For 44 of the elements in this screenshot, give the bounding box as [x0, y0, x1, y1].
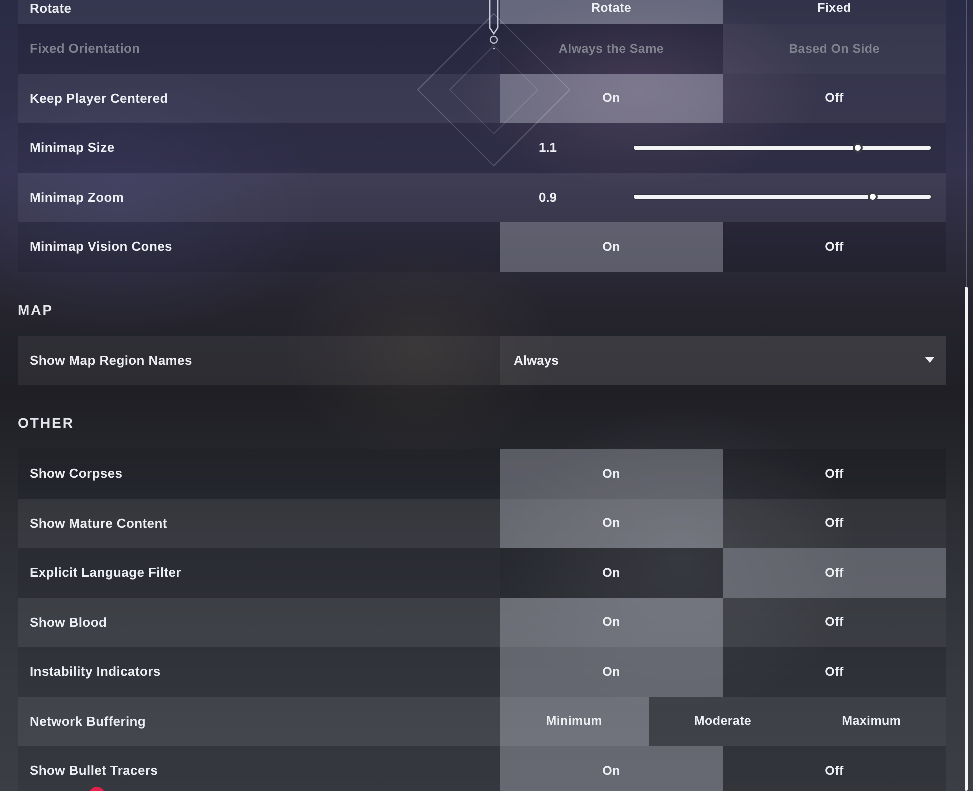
option-button[interactable]: Rotate — [500, 0, 723, 24]
option-button[interactable]: On — [500, 74, 723, 123]
option-button[interactable]: Off — [723, 498, 946, 548]
option-button[interactable]: Off — [723, 746, 946, 791]
slider-thumb[interactable] — [852, 142, 863, 153]
option-button[interactable]: Off — [723, 548, 946, 598]
setting-label: Minimap Zoom — [30, 190, 124, 205]
option-button[interactable]: Moderate — [648, 696, 798, 746]
pin-icon — [488, 0, 500, 51]
section-heading: OTHER — [18, 415, 74, 431]
option-button[interactable]: On — [500, 449, 723, 498]
slider-track[interactable] — [634, 192, 931, 202]
setting-label: Show Bullet Tracers — [30, 763, 158, 778]
option-button[interactable]: Off — [723, 598, 946, 647]
setting-label: Fixed Orientation — [30, 41, 140, 56]
option-button[interactable]: On — [500, 498, 723, 548]
slider-value: 0.9 — [538, 190, 558, 205]
setting-label: Show Mature Content — [30, 516, 168, 531]
setting-label: Rotate — [30, 1, 72, 16]
setting-label: Minimap Size — [30, 140, 115, 156]
option-button[interactable]: Off — [723, 74, 946, 123]
scrollbar-thumb[interactable] — [965, 287, 968, 791]
setting-label: Show Map Region Names — [30, 352, 192, 368]
option-button[interactable]: Fixed — [723, 0, 946, 24]
option-button[interactable]: On — [500, 647, 723, 696]
setting-label: Explicit Language Filter — [30, 565, 182, 580]
option-button[interactable]: Minimum — [500, 696, 649, 746]
section-heading: MAP — [18, 302, 54, 318]
setting-label: Instability Indicators — [30, 664, 161, 680]
caret-icon — [925, 357, 935, 364]
option-button[interactable]: Off — [723, 647, 946, 696]
dropdown[interactable]: Always — [500, 336, 946, 385]
setting-label: Network Buffering — [30, 714, 146, 729]
option-button[interactable]: On — [500, 222, 723, 272]
slider-track[interactable] — [634, 142, 931, 153]
setting-label: Show Blood — [30, 614, 108, 630]
slider-thumb[interactable] — [868, 192, 878, 202]
option-button[interactable]: Maximum — [797, 696, 946, 746]
setting-label: Keep Player Centered — [30, 90, 168, 106]
option-button[interactable]: On — [500, 746, 723, 791]
option-button[interactable]: On — [500, 598, 723, 647]
slider-value: 1.1 — [538, 140, 558, 156]
setting-label: Minimap Vision Cones — [30, 239, 172, 254]
setting-label: Show Corpses — [30, 466, 123, 482]
